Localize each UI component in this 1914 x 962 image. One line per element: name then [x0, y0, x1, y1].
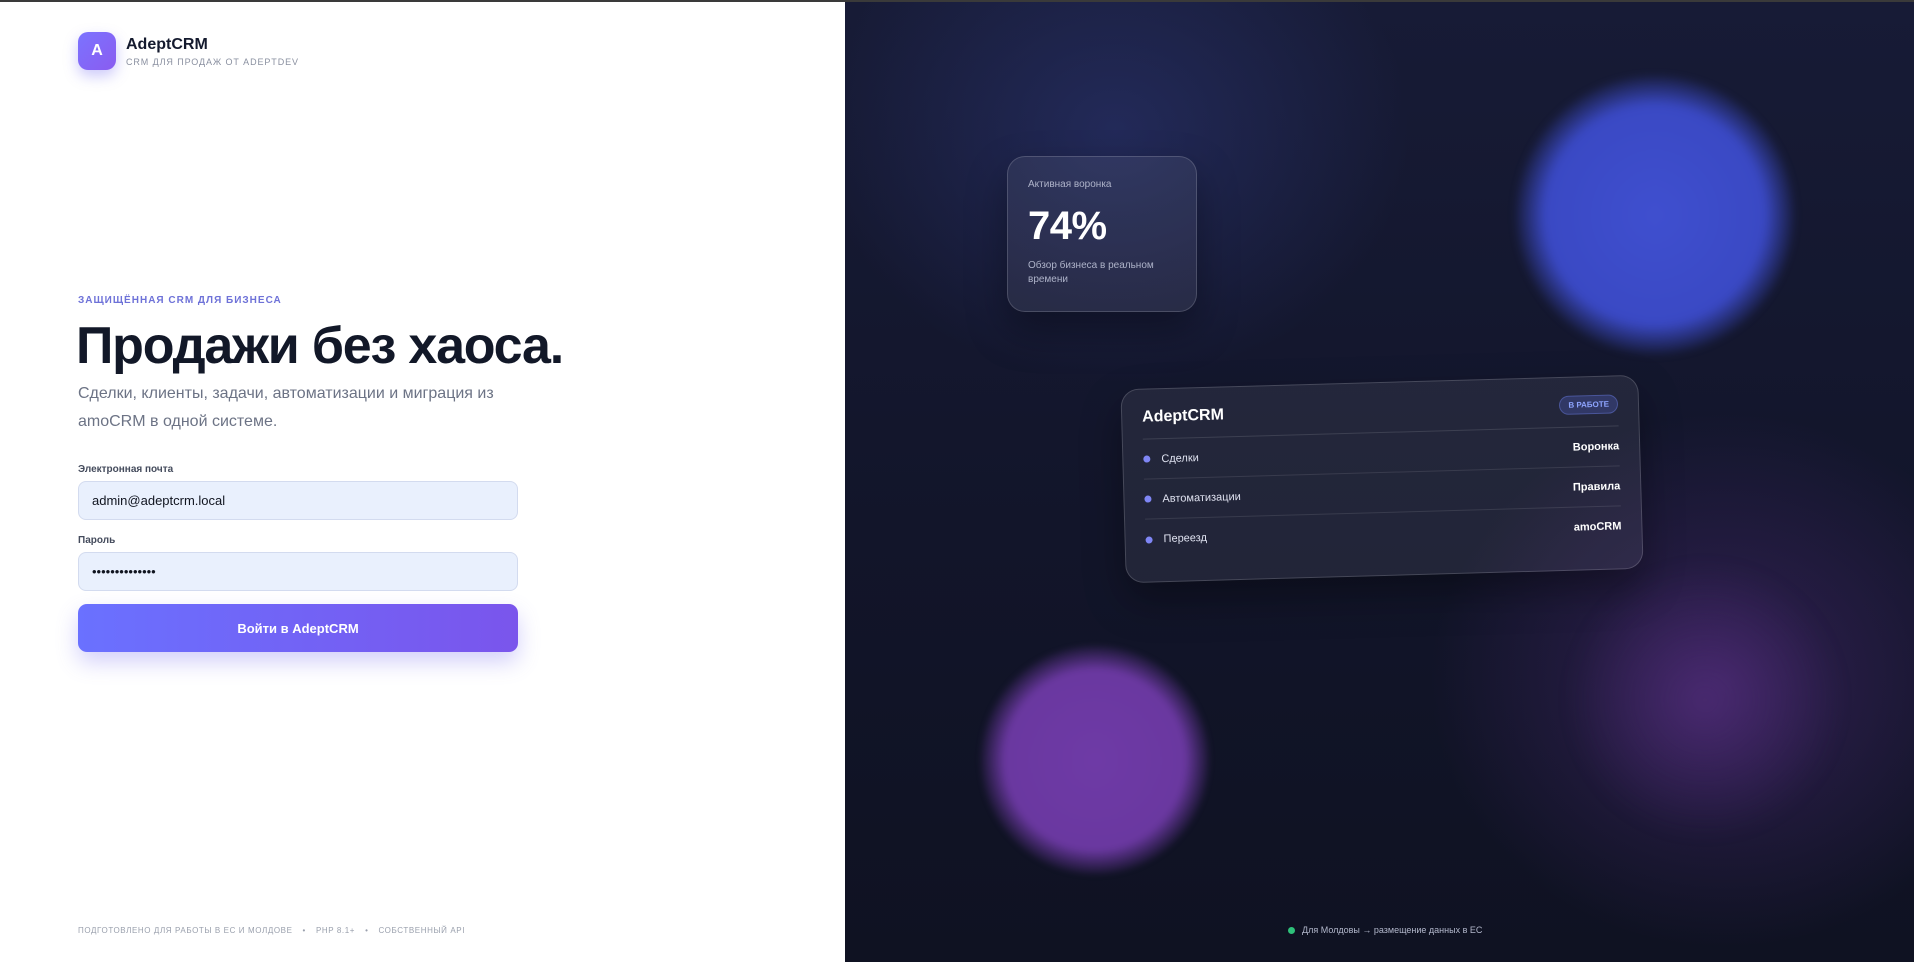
list-item-left: Сделки — [1143, 452, 1199, 466]
page-title: Продажи без хаоса. — [76, 317, 564, 375]
list-item-label: Автоматизации — [1162, 490, 1241, 505]
crm-card-title: AdeptCRM — [1141, 405, 1225, 426]
brand-text: AdeptCRM CRM ДЛЯ ПРОДАЖ ОТ ADEPTDEV — [126, 36, 299, 67]
brand-name: AdeptCRM — [126, 35, 208, 53]
metric-value: 74% — [1028, 204, 1107, 248]
window-top-border — [0, 0, 1914, 2]
list-item-left: Переезд — [1145, 532, 1207, 546]
bullet-icon — [1143, 455, 1151, 463]
decorative-orb-blue — [1515, 75, 1795, 355]
list-item-value: Правила — [1572, 479, 1621, 494]
brand: A AdeptCRM CRM ДЛЯ ПРОДАЖ ОТ ADEPTDEV — [78, 32, 299, 70]
list-item-value: Воронка — [1572, 439, 1620, 454]
brand-logo: A — [78, 32, 116, 70]
bullet-icon — [1144, 495, 1152, 503]
status-dot-icon — [1288, 926, 1295, 934]
metric-label: Активная воронка — [1028, 179, 1112, 190]
footer-item-php: PHP 8.1+ — [315, 926, 356, 935]
status-badge: В РАБОТЕ — [1559, 394, 1619, 416]
decorative-orb-purple — [980, 645, 1210, 875]
email-label: Электронная почта — [78, 464, 174, 475]
login-button[interactable]: Войти в AdeptCRM — [78, 604, 518, 652]
password-field[interactable] — [78, 552, 518, 591]
list-item-value: amoCRM — [1573, 520, 1622, 534]
hero-eyebrow: ЗАЩИЩЁННАЯ CRM ДЛЯ БИЗНЕСА — [78, 295, 282, 306]
footer-left: ПОДГОТОВЛЕНО ДЛЯ РАБОТЫ В ЕС И МОЛДОВЕ •… — [78, 926, 465, 935]
hero-lead: Сделки, клиенты, задачи, автоматизации и… — [78, 385, 494, 430]
metric-description: Обзор бизнеса в реальном времени — [1028, 260, 1154, 285]
bullet-icon — [1145, 535, 1153, 544]
footer-separator: • — [365, 926, 369, 935]
metric-card: Активная воронка 74% Обзор бизнеса в реа… — [1007, 156, 1197, 312]
brand-subtitle: CRM ДЛЯ ПРОДАЖ ОТ ADEPTDEV — [126, 56, 299, 67]
footer-right: Для Молдовы → размещение данных в ЕС — [1288, 925, 1482, 935]
crm-preview-card: AdeptCRM В РАБОТЕ Сделки Воронка Автомат… — [1120, 374, 1644, 584]
decorative-orb-dark — [1565, 560, 1845, 840]
footer-separator: • — [302, 926, 306, 935]
password-label: Пароль — [78, 535, 116, 546]
list-item-label: Сделки — [1161, 451, 1199, 465]
showcase-panel: Активная воронка 74% Обзор бизнеса в реа… — [845, 0, 1914, 962]
footer-status-text: Для Молдовы → размещение данных в ЕС — [1302, 925, 1483, 935]
email-field[interactable] — [78, 481, 518, 520]
list-item-left: Автоматизации — [1144, 490, 1241, 505]
list-item-label: Переезд — [1163, 531, 1208, 546]
login-panel: A AdeptCRM CRM ДЛЯ ПРОДАЖ ОТ ADEPTDEV ЗА… — [0, 0, 845, 962]
footer-item-region: ПОДГОТОВЛЕНО ДЛЯ РАБОТЫ В ЕС И МОЛДОВЕ — [78, 926, 293, 935]
footer-item-api: СОБСТВЕННЫЙ API — [378, 926, 466, 935]
